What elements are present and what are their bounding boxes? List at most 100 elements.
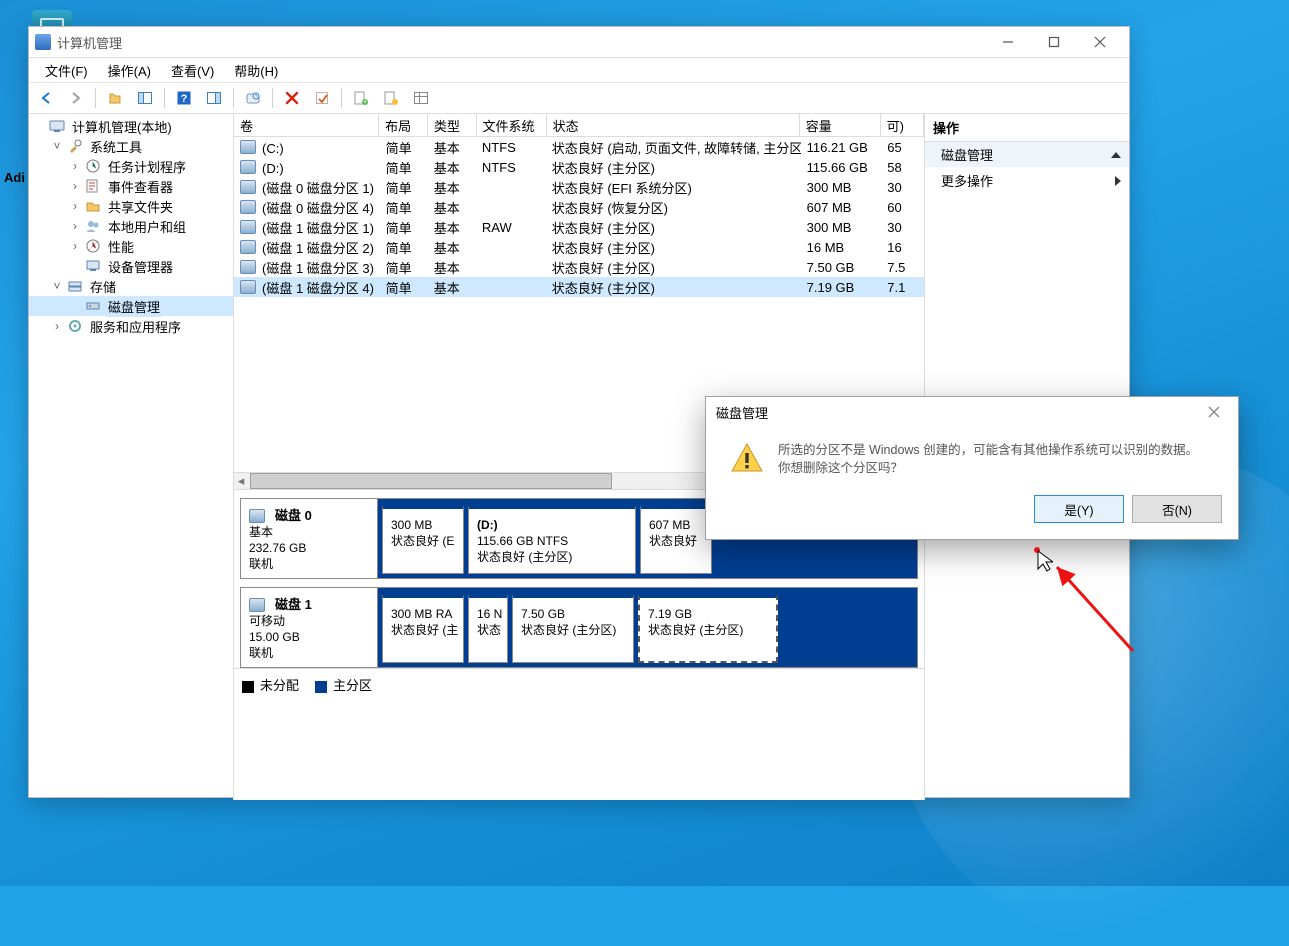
disk-row[interactable]: 磁盘 1可移动15.00 GB联机300 MB RA状态良好 (主16 N状态7… [240,587,918,668]
toolbar-show-hide-tree-button[interactable] [132,85,158,111]
actions-item-more[interactable]: 更多操作 [925,167,1129,194]
tree-item-存储[interactable]: ˅存储 [29,276,233,296]
volume-row[interactable]: (磁盘 0 磁盘分区 4)简单基本状态良好 (恢复分区)607 MB60 [234,197,924,217]
volume-icon [240,260,256,274]
tree-item-磁盘管理[interactable]: 磁盘管理 [29,296,233,316]
volume-row[interactable]: (D:)简单基本NTFS状态良好 (主分区)115.66 GB58 [234,157,924,177]
dialog-yes-button[interactable]: 是(Y) [1034,495,1124,523]
volume-icon [240,280,256,294]
tree-twist-icon[interactable]: › [69,199,81,213]
partition-block[interactable]: 16 N状态 [468,594,508,663]
menu-file[interactable]: 文件(F) [35,58,98,82]
volume-icon [240,200,256,214]
tree-item-共享文件夹[interactable]: › 共享文件夹 [29,196,233,216]
partition-block[interactable]: 607 MB状态良好 [640,505,712,574]
tree-twist-icon[interactable]: › [69,179,81,193]
tree-item-label: 性能 [105,236,137,257]
disk-info[interactable]: 磁盘 0基本232.76 GB联机 [241,499,378,578]
tree-twist-icon[interactable]: ˅ [51,139,63,153]
volume-row[interactable]: (C:)简单基本NTFS状态良好 (启动, 页面文件, 故障转储, 主分区)11… [234,137,924,157]
menu-action[interactable]: 操作(A) [98,58,161,82]
tree-item-label: 本地用户和组 [105,216,189,237]
partition-block[interactable]: 7.19 GB状态良好 (主分区) [638,594,778,663]
tree-twist-icon[interactable]: › [69,159,81,173]
tree-item-设备管理器[interactable]: 设备管理器 [29,256,233,276]
svg-text:?: ? [181,93,188,105]
col-type[interactable]: 类型 [428,114,477,136]
tree-twist-icon[interactable]: › [69,219,81,233]
partition-block[interactable]: (D:)115.66 GB NTFS状态良好 (主分区) [468,505,636,574]
disk-info[interactable]: 磁盘 1可移动15.00 GB联机 [241,588,378,667]
volume-list-header[interactable]: 卷 布局 类型 文件系统 状态 容量 可) [234,114,924,137]
navigation-tree[interactable]: 计算机管理(本地) ˅系统工具›任务计划程序›事件查看器›共享文件夹›本地用户和… [29,114,234,800]
tree-item-服务和应用程序[interactable]: › 服务和应用程序 [29,316,233,336]
toolbar-separator [233,88,234,108]
partition-container: 300 MB RA状态良好 (主16 N状态7.50 GB状态良好 (主分区)7… [378,588,917,667]
tree-item-性能[interactable]: › 性能 [29,236,233,256]
menu-view[interactable]: 查看(V) [161,58,224,82]
partition-block[interactable]: 300 MB状态良好 (E [382,505,464,574]
tree-item-系统工具[interactable]: ˅系统工具 [29,136,233,156]
volume-row[interactable]: (磁盘 1 磁盘分区 1)简单基本RAW状态良好 (主分区)300 MB30 [234,217,924,237]
menu-help[interactable]: 帮助(H) [224,58,288,82]
col-capacity[interactable]: 容量 [800,114,881,136]
toolbar-separator [164,88,165,108]
tree-root[interactable]: 计算机管理(本地) [29,116,233,136]
dialog-no-button[interactable]: 否(N) [1132,495,1222,523]
toolbar-properties-button[interactable] [309,85,335,111]
volume-icon [240,160,256,174]
dialog-close-button[interactable] [1200,398,1228,426]
tree-item-事件查看器[interactable]: ›事件查看器 [29,176,233,196]
col-fs[interactable]: 文件系统 [477,114,547,136]
window-maximize-button[interactable] [1031,27,1077,57]
tree-item-本地用户和组[interactable]: › 本地用户和组 [29,216,233,236]
volume-row[interactable]: (磁盘 0 磁盘分区 1)简单基本状态良好 (EFI 系统分区)300 MB30 [234,177,924,197]
window-minimize-button[interactable] [985,27,1031,57]
window-buttons [985,27,1123,57]
partition-block[interactable]: 300 MB RA状态良好 (主 [382,594,464,663]
toolbar-forward-button[interactable] [63,85,89,111]
legend-unallocated: 未分配 [242,675,299,694]
services-icon [67,318,83,334]
volume-icon [240,180,256,194]
col-volume[interactable]: 卷 [234,114,379,136]
toolbar-list-button[interactable]: + [348,85,374,111]
volume-row[interactable]: (磁盘 1 磁盘分区 2)简单基本状态良好 (主分区)16 MB16 [234,237,924,257]
toolbar-help-button[interactable]: ? [171,85,197,111]
toolbar-props2-button[interactable] [378,85,404,111]
disk-legend: 未分配 主分区 [234,668,924,700]
legend-primary-swatch [315,681,327,693]
tree-item-任务计划程序[interactable]: ›任务计划程序 [29,156,233,176]
col-layout[interactable]: 布局 [379,114,428,136]
actions-item-more-label: 更多操作 [941,171,993,190]
col-status[interactable]: 状态 [547,114,800,136]
computer-icon [49,118,65,134]
actions-header: 操作 [925,114,1129,142]
tree-twist-icon[interactable]: › [69,239,81,253]
toolbar-delete-button[interactable] [279,85,305,111]
volume-row[interactable]: (磁盘 1 磁盘分区 3)简单基本状态良好 (主分区)7.50 GB7.5 [234,257,924,277]
tree-twist-icon[interactable]: ˅ [51,279,63,293]
toolbar-up-button[interactable] [102,85,128,111]
dialog-titlebar[interactable]: 磁盘管理 [706,397,1238,427]
tool-bar: ? + [29,83,1129,114]
confirm-delete-dialog: 磁盘管理 所选的分区不是 Windows 创建的，可能含有其他操作系统可以识别的… [705,396,1239,540]
tree-item-label: 共享文件夹 [105,196,176,217]
volume-icon [240,240,256,254]
scrollbar-thumb[interactable] [250,473,612,489]
tree-twist-icon[interactable]: › [51,319,63,333]
partition-block[interactable]: 7.50 GB状态良好 (主分区) [512,594,634,663]
legend-unallocated-swatch [242,681,254,693]
tree-item-label: 服务和应用程序 [87,316,184,337]
toolbar-details-button[interactable] [408,85,434,111]
window-titlebar[interactable]: 计算机管理 [29,27,1129,58]
toolbar-action-pane-button[interactable] [201,85,227,111]
col-free[interactable]: 可) [881,114,924,136]
window-close-button[interactable] [1077,27,1123,57]
submenu-arrow-icon [1115,176,1121,186]
toolbar-separator [272,88,273,108]
toolbar-back-button[interactable] [33,85,59,111]
toolbar-refresh-button[interactable] [240,85,266,111]
actions-section-disk-management[interactable]: 磁盘管理 [925,142,1129,167]
volume-row[interactable]: (磁盘 1 磁盘分区 4)简单基本状态良好 (主分区)7.19 GB7.1 [234,277,924,297]
